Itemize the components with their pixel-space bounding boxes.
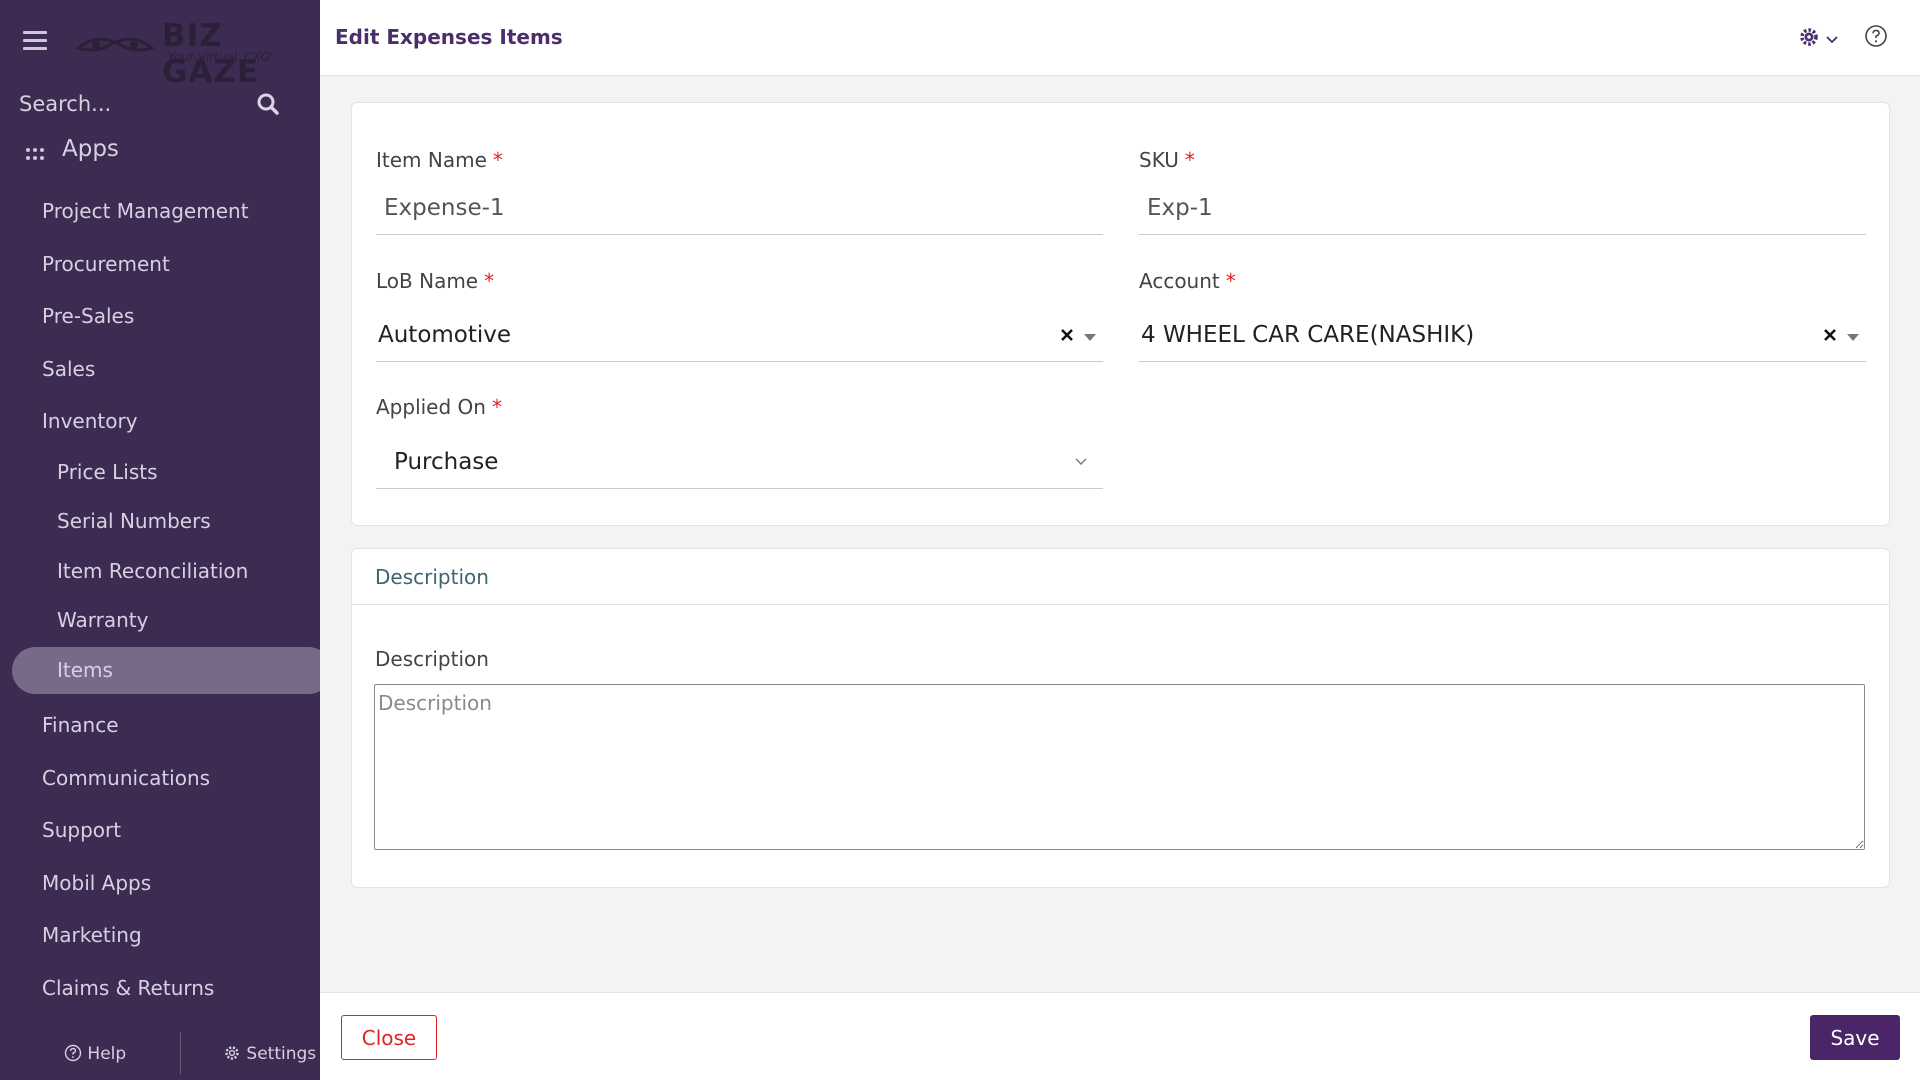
nav-item-items[interactable]: Items — [57, 658, 113, 682]
lob-name-select[interactable]: Automotive — [376, 310, 1103, 362]
search-input[interactable]: Search... — [19, 92, 111, 116]
page-title: Edit Expenses Items — [335, 25, 563, 49]
settings-link[interactable]: Settings — [223, 1044, 316, 1064]
hamburger-menu-icon[interactable] — [23, 31, 47, 51]
action-bar: Close Save — [320, 992, 1920, 1080]
sidebar: BIZ GAZE Your Virtual 'CXO' Search... Ap… — [0, 0, 320, 1080]
settings-dropdown[interactable] — [1798, 26, 1844, 50]
item-name-value: Expense-1 — [384, 195, 505, 221]
close-button[interactable]: Close — [341, 1015, 437, 1060]
nav-item-item-reconciliation[interactable]: Item Reconciliation — [57, 559, 248, 583]
nav-item-marketing[interactable]: Marketing — [42, 923, 142, 947]
nav-item-claims-returns[interactable]: Claims & Returns — [42, 976, 214, 1000]
sku-field[interactable]: Exp-1 — [1139, 185, 1866, 235]
lob-name-label: LoB Name * — [376, 269, 495, 293]
logo-eye-icon — [76, 37, 154, 52]
gear-icon — [225, 1046, 239, 1060]
apps-label: Apps — [62, 136, 119, 162]
save-button[interactable]: Save — [1810, 1015, 1900, 1060]
clear-icon[interactable] — [1060, 328, 1074, 342]
applied-on-value: Purchase — [394, 449, 499, 475]
description-section-header: Description — [352, 549, 1889, 605]
chevron-down-icon[interactable] — [1074, 457, 1088, 467]
nav-item-procurement[interactable]: Procurement — [42, 252, 170, 276]
chevron-down-icon — [1826, 36, 1838, 44]
item-name-field[interactable]: Expense-1 — [376, 185, 1103, 235]
sku-label: SKU * — [1139, 148, 1195, 172]
description-card: Description Description — [351, 548, 1890, 888]
nav-item-finance[interactable]: Finance — [42, 713, 119, 737]
nav-item-project-management[interactable]: Project Management — [42, 199, 249, 223]
nav-item-mobil-apps[interactable]: Mobil Apps — [42, 871, 151, 895]
lob-name-value: Automotive — [378, 322, 512, 348]
nav-item-pre-sales[interactable]: Pre-Sales — [42, 304, 134, 328]
sidebar-search[interactable]: Search... — [0, 84, 320, 128]
account-label: Account * — [1139, 269, 1236, 293]
applied-on-select[interactable]: Purchase — [376, 437, 1103, 489]
description-section-title: Description — [375, 565, 489, 589]
nav-item-price-lists[interactable]: Price Lists — [57, 460, 158, 484]
nav-item-serial-numbers[interactable]: Serial Numbers — [57, 509, 211, 533]
account-select[interactable]: 4 WHEEL CAR CARE(NASHIK) — [1139, 310, 1866, 362]
nav-item-sales[interactable]: Sales — [42, 357, 95, 381]
applied-on-label: Applied On * — [376, 395, 502, 419]
sku-value: Exp-1 — [1147, 195, 1213, 221]
item-details-card: Item Name * Expense-1 SKU * Exp-1 LoB Name… — [351, 102, 1890, 526]
help-link[interactable]: Help — [64, 1044, 126, 1064]
help-circle-icon — [64, 1044, 82, 1062]
description-textarea[interactable] — [374, 684, 1865, 850]
help-circle-icon[interactable] — [1864, 24, 1888, 48]
clear-icon[interactable] — [1823, 328, 1837, 342]
footer-divider — [180, 1032, 181, 1074]
dropdown-caret-icon[interactable] — [1084, 334, 1096, 341]
account-value: 4 WHEEL CAR CARE(NASHIK) — [1141, 322, 1475, 348]
sidebar-header: BIZ GAZE Your Virtual 'CXO' — [0, 0, 320, 90]
nav-item-inventory[interactable]: Inventory — [42, 409, 138, 433]
description-label: Description — [375, 647, 489, 671]
page-header: Edit Expenses Items — [320, 0, 1920, 76]
nav-item-warranty[interactable]: Warranty — [57, 608, 148, 632]
apps-grid-icon — [26, 148, 44, 160]
settings-label: Settings — [246, 1044, 317, 1064]
dropdown-caret-icon[interactable] — [1847, 334, 1859, 341]
item-name-label: Item Name * — [376, 148, 503, 172]
logo: BIZ GAZE Your Virtual 'CXO' — [76, 18, 300, 90]
nav-item-communications[interactable]: Communications — [42, 766, 210, 790]
gear-icon — [1800, 28, 1818, 46]
nav-item-support[interactable]: Support — [42, 818, 121, 842]
sidebar-footer: Help Settings — [0, 1030, 320, 1080]
logo-tagline: Your Virtual 'CXO' — [168, 50, 274, 64]
help-label: Help — [87, 1044, 127, 1064]
search-icon[interactable] — [256, 92, 280, 116]
